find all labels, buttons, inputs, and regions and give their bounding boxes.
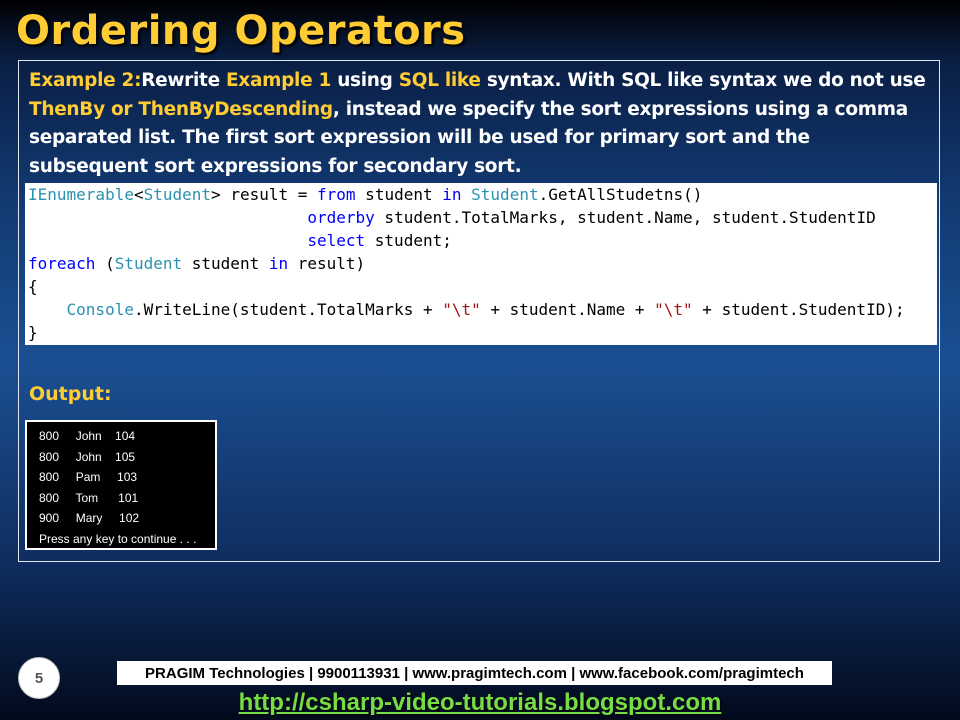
code-text: result) — [288, 254, 366, 273]
code-line: select student; — [28, 229, 937, 252]
code-type: Student — [114, 254, 183, 273]
code-type: Student — [471, 185, 539, 204]
code-text: + student.Name + — [480, 300, 655, 319]
sql-like-highlight: SQL like — [398, 70, 481, 91]
code-text: student.TotalMarks, student.Name, studen… — [374, 208, 876, 227]
code-line: IEnumerable<Student> result = from stude… — [28, 183, 937, 206]
intro-text-2: using — [331, 70, 399, 91]
console-line: 800 Tom 101 — [39, 490, 139, 505]
code-text: { — [28, 277, 38, 296]
code-keyword: in — [268, 254, 289, 273]
code-keyword: in — [442, 185, 462, 204]
intro-text-1: Rewrite — [141, 70, 226, 91]
footer-company-info: PRAGIM Technologies | 9900113931 | www.p… — [117, 661, 832, 685]
code-text: student; — [365, 231, 452, 250]
console-line: 800 Pam 103 — [39, 470, 138, 485]
code-line: { — [28, 275, 937, 298]
console-output: 800 John 104 800 John 105 800 Pam 103 80… — [25, 420, 217, 550]
code-block: IEnumerable<Student> result = from stude… — [25, 183, 937, 345]
code-line: foreach (Student student in result) — [28, 252, 937, 275]
console-prompt: Press any key to continue . . . — [39, 531, 197, 546]
output-label: Output: — [29, 383, 112, 405]
code-keyword: select — [307, 231, 366, 250]
console-line: 800 John 104 — [39, 429, 136, 443]
code-text: < — [133, 185, 144, 204]
code-text: student — [182, 254, 269, 273]
code-text: .GetAllStudetns() — [538, 185, 703, 204]
intro-paragraph: Example 2:Rewrite Example 1 using SQL li… — [29, 67, 933, 181]
code-keyword: from — [317, 185, 356, 204]
code-line: orderby student.TotalMarks, student.Name… — [28, 206, 937, 229]
code-text: .WriteLine(student.TotalMarks + — [133, 300, 443, 319]
blog-url-link[interactable]: http://csharp-video-tutorials.blogspot.c… — [0, 689, 960, 717]
thenby-highlight: ThenBy or ThenByDescending — [29, 98, 333, 120]
intro-text-3: syntax. With SQL like syntax we do not u… — [480, 70, 926, 91]
code-text: > result = — [211, 185, 318, 204]
code-keyword: orderby — [307, 208, 375, 227]
example-label: Example 2: — [29, 70, 142, 91]
console-line: 800 John 105 — [39, 449, 136, 464]
code-string: "\t" — [442, 300, 481, 319]
code-type: Console — [66, 300, 134, 319]
code-text: ( — [95, 254, 115, 273]
code-line: } — [28, 321, 937, 344]
code-line: Console.WriteLine(student.TotalMarks + "… — [28, 298, 937, 321]
content-box: Example 2:Rewrite Example 1 using SQL li… — [18, 60, 940, 562]
slide-title: Ordering Operators — [16, 8, 466, 54]
console-line: 900 Mary 102 — [39, 511, 140, 526]
code-text: + student.StudentID); — [692, 300, 905, 319]
code-type: IEnumerable — [28, 185, 134, 204]
code-text: } — [28, 323, 38, 342]
example-reference: Example 1 — [225, 70, 332, 91]
code-string: "\t" — [654, 300, 693, 319]
code-keyword: foreach — [28, 254, 96, 273]
code-type: Student — [143, 185, 212, 204]
code-text: student — [355, 185, 443, 204]
